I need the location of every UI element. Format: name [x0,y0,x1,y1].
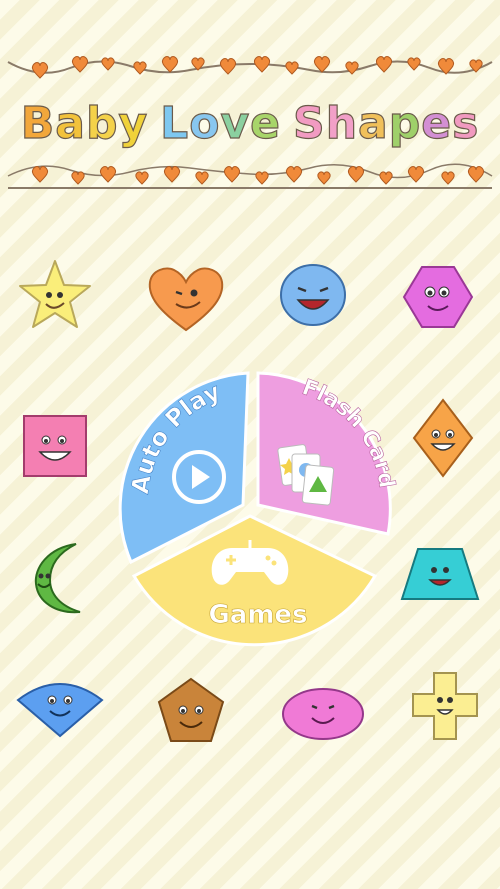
cross-shape[interactable] [410,670,480,742]
star-icon [19,260,91,328]
heart-icon [379,171,393,185]
heart-icon [71,171,85,185]
heart-icon [407,166,425,183]
app-title: Baby Love Shapes [20,97,480,149]
pentagon-shape[interactable] [156,676,226,744]
crescent-shape[interactable] [24,540,86,618]
heart-icon [133,61,147,75]
heart-icon [99,166,117,183]
heart-icon [195,171,209,185]
heart-icon [135,171,149,185]
star-shape[interactable] [18,258,92,330]
trapezoid-shape[interactable] [400,546,480,602]
heart-icon [161,56,179,73]
heart-icon [313,56,331,73]
pentagon-icon [157,677,225,742]
sector-shape[interactable] [14,678,106,740]
heart-icon [407,57,421,71]
heart-icon [375,56,393,73]
heart-icon [347,166,365,183]
diamond-shape[interactable] [412,398,474,478]
crescent-icon [34,543,81,614]
heart-shape[interactable] [146,264,226,334]
games-label: Games [208,600,307,630]
hexagon-shape[interactable] [402,264,474,330]
trapezoid-icon [400,548,480,600]
heart-icon [285,166,303,183]
cross-icon [412,672,478,740]
hexagon-icon [402,266,474,328]
heart-icon [441,171,455,185]
circle-icon [280,264,346,326]
square-icon [23,415,87,477]
heart-icon [317,171,331,185]
heart-icon [31,62,49,79]
circle-shape[interactable] [278,262,348,328]
heart-icon [31,166,49,183]
square-shape[interactable] [22,414,88,478]
heart-icon [253,56,271,73]
sector-icon [16,683,104,738]
oval-shape[interactable] [280,686,366,742]
heart-icon [219,58,237,75]
heart-icon [285,61,299,75]
heart-icon [101,57,115,71]
heart-icon [148,267,224,332]
heart-icon [163,166,181,183]
heart-icon [223,166,241,183]
diamond-icon [412,398,474,478]
heart-icon [255,171,269,185]
flash-card-button[interactable]: Flash Card [256,371,399,536]
oval-icon [282,688,364,740]
heart-icon [467,166,485,183]
heart-icon [71,56,89,73]
